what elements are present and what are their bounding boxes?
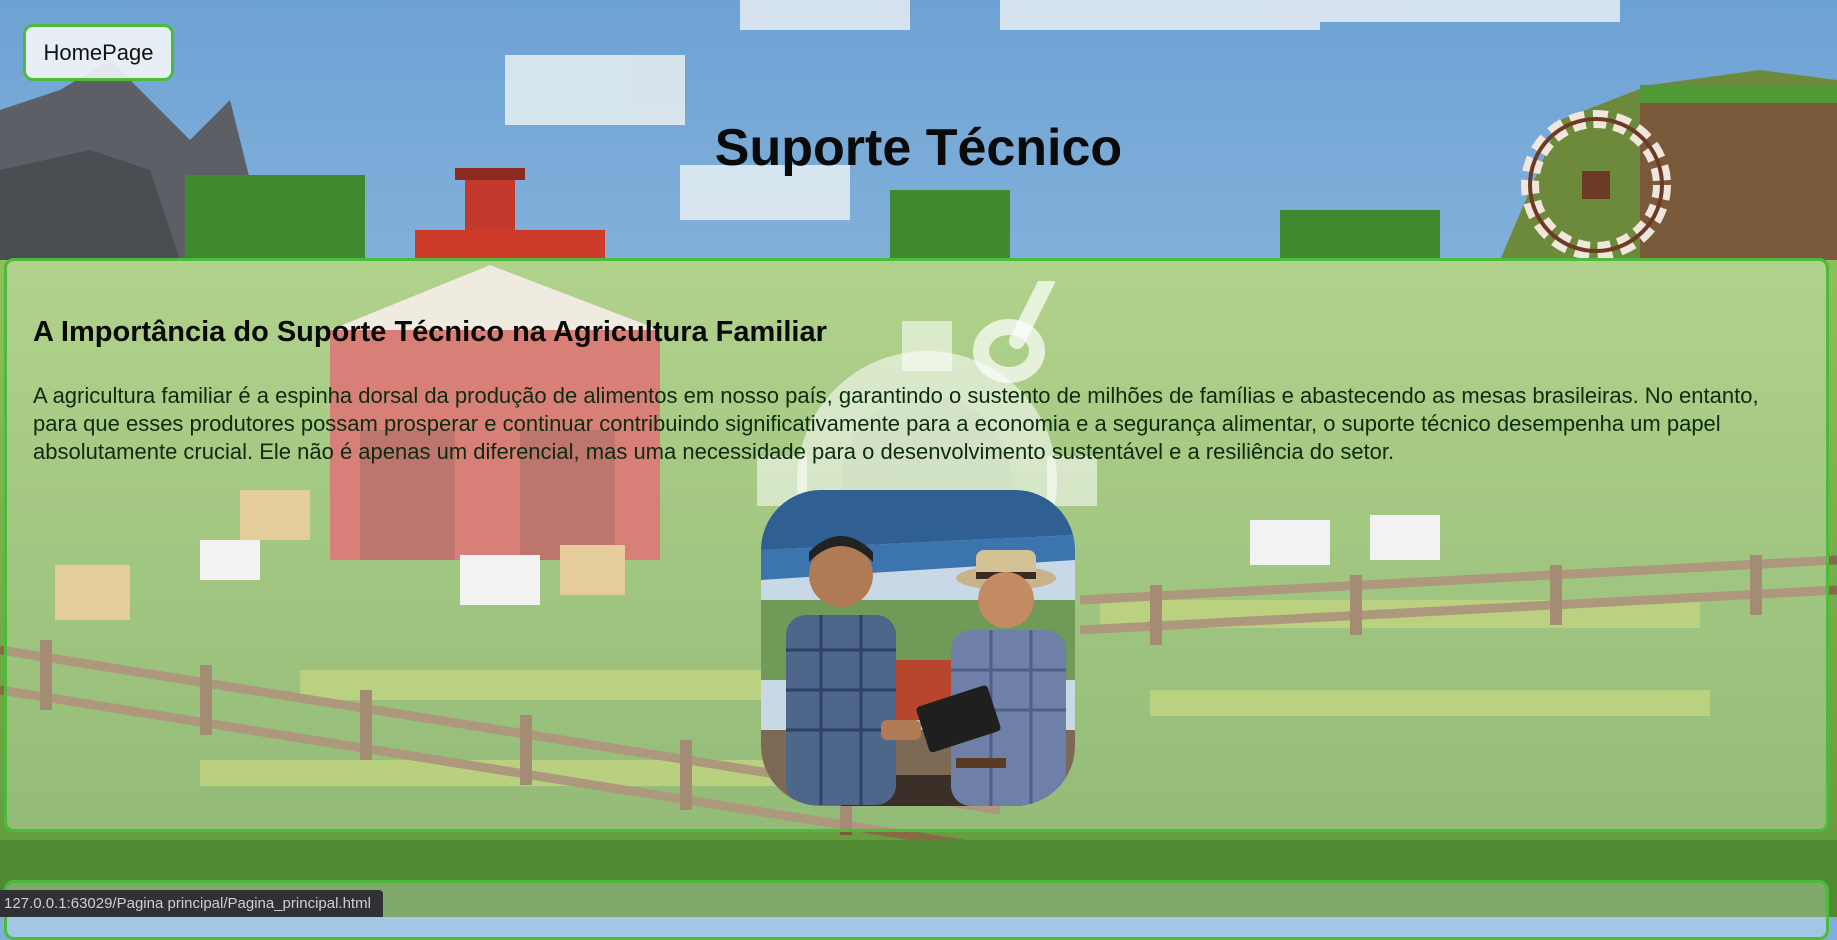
content-panel: A Importância do Suporte Técnico na Agri… [4, 258, 1829, 832]
status-bar-url: 127.0.0.1:63029/Pagina principal/Pagina_… [0, 890, 383, 917]
farmers-consultation-photo [761, 490, 1075, 806]
homepage-button[interactable]: HomePage [23, 24, 174, 81]
page-title: Suporte Técnico [714, 119, 1123, 177]
section-paragraph: A agricultura familiar é a espinha dorsa… [33, 383, 1759, 464]
section-heading: A Importância do Suporte Técnico na Agri… [33, 316, 827, 348]
